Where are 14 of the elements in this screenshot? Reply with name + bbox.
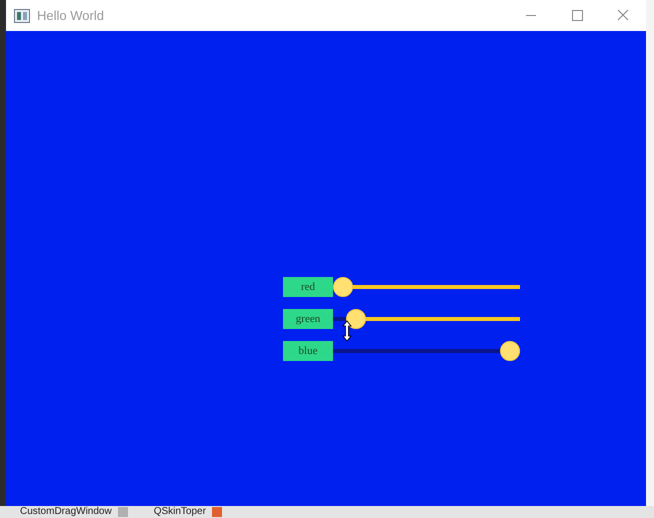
slider-thumb[interactable] (500, 341, 520, 361)
slider-label: blue (283, 341, 333, 361)
window-title: Hello World (37, 6, 104, 25)
slider[interactable] (333, 341, 520, 361)
slider[interactable] (333, 277, 520, 297)
taskbar-item[interactable]: CustomDragWindow (20, 506, 112, 518)
taskbar-item[interactable]: QSkinToper (154, 506, 206, 518)
app-icon (14, 8, 30, 22)
slider[interactable] (333, 309, 520, 329)
resize-cursor-icon (342, 320, 352, 342)
slider-label: green (283, 309, 333, 329)
slider-thumb[interactable] (333, 277, 353, 297)
slider-thumb[interactable] (346, 309, 366, 329)
slider-label: red (283, 277, 333, 297)
